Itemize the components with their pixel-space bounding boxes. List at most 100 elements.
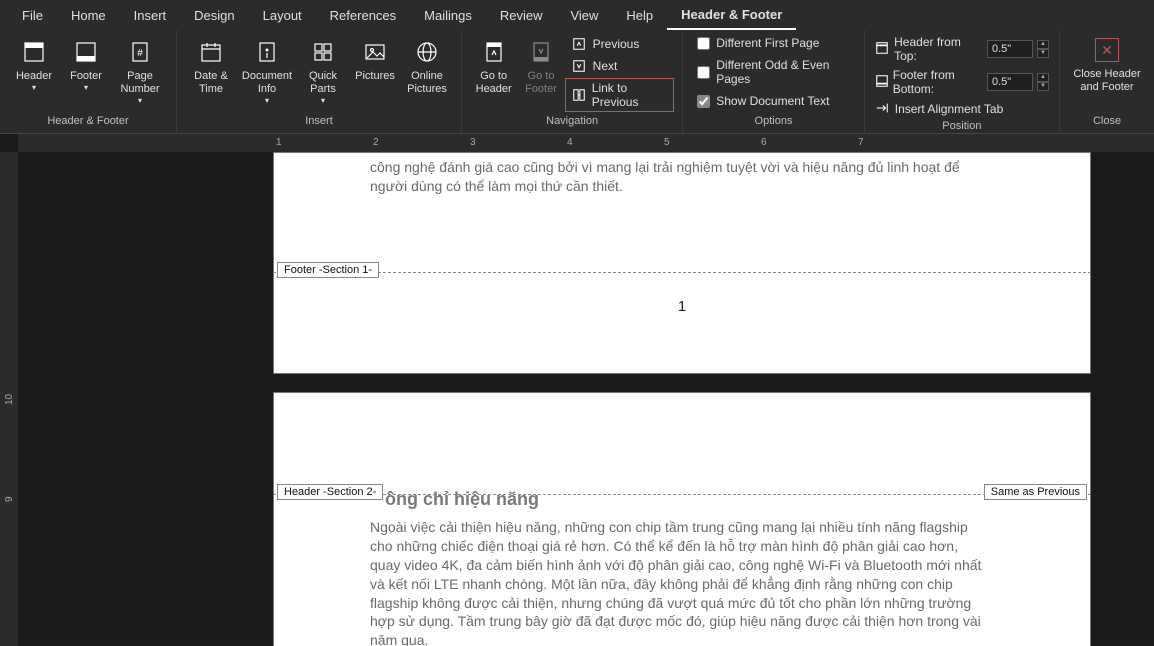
tab-home[interactable]: Home bbox=[57, 2, 120, 29]
diffodd-label: Different Odd & Even Pages bbox=[716, 58, 850, 86]
tab-review[interactable]: Review bbox=[486, 2, 557, 29]
chevron-down-icon: ▾ bbox=[32, 83, 36, 92]
tab-layout[interactable]: Layout bbox=[249, 2, 316, 29]
document-canvas: 1 2 3 4 5 6 7 9 10 công nghệ đánh giá ca… bbox=[0, 134, 1154, 646]
header-icon bbox=[20, 38, 48, 66]
tab-header-footer[interactable]: Header & Footer bbox=[667, 1, 796, 30]
page-number-icon: # bbox=[126, 38, 154, 66]
previous-label: Previous bbox=[593, 37, 640, 51]
group-options: Different First Page Different Odd & Eve… bbox=[683, 30, 865, 133]
spinner-down-icon[interactable]: ▼ bbox=[1037, 49, 1049, 58]
goto-footer-button[interactable]: Go to Footer bbox=[517, 34, 564, 100]
different-first-page-checkbox[interactable]: Different First Page bbox=[691, 34, 856, 52]
ruler-mark: 10 bbox=[4, 394, 15, 405]
close-header-footer-button[interactable]: ✕ Close Header and Footer bbox=[1068, 34, 1146, 98]
ribbon-tab-strip: File Home Insert Design Layout Reference… bbox=[0, 0, 1154, 30]
frombottom-label: Footer from Bottom: bbox=[893, 68, 983, 96]
link-to-previous-button[interactable]: Link to Previous bbox=[565, 78, 675, 112]
ruler-mark: 5 bbox=[664, 137, 670, 148]
tab-references[interactable]: References bbox=[316, 2, 410, 29]
gotoheader-label: Go to Header bbox=[476, 70, 512, 96]
next-button[interactable]: Next bbox=[565, 56, 675, 76]
document-info-icon bbox=[253, 38, 281, 66]
onlinepics-label: Online Pictures bbox=[407, 70, 447, 96]
spinner[interactable]: ▲▼ bbox=[1037, 73, 1049, 91]
link-to-previous-icon bbox=[572, 87, 586, 103]
ruler-mark: 6 bbox=[761, 137, 767, 148]
ruler-mark: 9 bbox=[4, 496, 15, 502]
spinner-down-icon[interactable]: ▼ bbox=[1037, 82, 1049, 91]
page-2-body-text: Ngoài việc cải thiện hiệu năng, những co… bbox=[370, 518, 990, 646]
goto-header-button[interactable]: Go to Header bbox=[470, 34, 517, 100]
page-number-button[interactable]: # Page Number ▾ bbox=[112, 34, 168, 109]
chevron-down-icon: ▾ bbox=[265, 96, 269, 105]
spinner-up-icon[interactable]: ▲ bbox=[1037, 40, 1049, 49]
footer-separator bbox=[273, 272, 1091, 273]
tab-insert[interactable]: Insert bbox=[120, 2, 181, 29]
page-number-label: Page Number bbox=[120, 70, 159, 96]
alignment-tab-icon bbox=[875, 101, 891, 117]
page-2-heading: ông chỉ hiệu năng bbox=[385, 487, 539, 511]
tab-view[interactable]: View bbox=[556, 2, 612, 29]
group-label-close: Close bbox=[1068, 113, 1146, 131]
pictures-label: Pictures bbox=[355, 70, 395, 83]
footer-section-tag: Footer -Section 1- bbox=[277, 262, 379, 278]
close-icon: ✕ bbox=[1095, 38, 1119, 62]
group-label-insert: Insert bbox=[185, 113, 453, 131]
group-close: ✕ Close Header and Footer Close bbox=[1060, 30, 1154, 133]
header-button[interactable]: Header ▾ bbox=[8, 34, 60, 96]
spinner-up-icon[interactable]: ▲ bbox=[1037, 73, 1049, 82]
ruler-mark: 7 bbox=[858, 137, 864, 148]
page-area[interactable]: công nghệ đánh giá cao cũng bởi vì mang … bbox=[18, 152, 1154, 646]
datetime-label: Date & Time bbox=[194, 70, 228, 96]
different-odd-even-checkbox[interactable]: Different Odd & Even Pages bbox=[691, 56, 856, 88]
tab-mailings[interactable]: Mailings bbox=[410, 2, 486, 29]
checkbox-icon[interactable] bbox=[697, 37, 710, 50]
header-from-top-input[interactable] bbox=[987, 40, 1033, 58]
horizontal-ruler[interactable]: 1 2 3 4 5 6 7 bbox=[18, 134, 1154, 152]
group-header-footer: Header ▾ Footer ▾ # Page Number ▾ Header… bbox=[0, 30, 177, 133]
tab-file[interactable]: File bbox=[8, 2, 57, 29]
svg-text:#: # bbox=[137, 48, 143, 59]
checkbox-icon[interactable] bbox=[697, 95, 710, 108]
datetime-button[interactable]: Date & Time bbox=[185, 34, 237, 100]
footer-icon bbox=[72, 38, 100, 66]
header-label: Header bbox=[16, 70, 52, 83]
document-info-button[interactable]: Document Info ▾ bbox=[237, 34, 297, 109]
previous-button[interactable]: Previous bbox=[565, 34, 675, 54]
quick-parts-button[interactable]: Quick Parts ▾ bbox=[297, 34, 349, 109]
next-icon bbox=[571, 58, 587, 74]
close-label: Close Header and Footer bbox=[1073, 68, 1140, 94]
online-pictures-button[interactable]: Online Pictures bbox=[401, 34, 453, 100]
linkprev-label: Link to Previous bbox=[592, 81, 667, 109]
group-insert: Date & Time Document Info ▾ Quick Parts … bbox=[177, 30, 462, 133]
page-2: Header -Section 2- Same as Previous ông … bbox=[273, 392, 1091, 646]
page-1: công nghệ đánh giá cao cũng bởi vì mang … bbox=[273, 152, 1091, 374]
pictures-button[interactable]: Pictures bbox=[349, 34, 401, 87]
spinner[interactable]: ▲▼ bbox=[1037, 40, 1049, 58]
show-document-text-checkbox[interactable]: Show Document Text bbox=[691, 92, 856, 110]
aligntab-label: Insert Alignment Tab bbox=[895, 102, 1004, 116]
ruler-mark: 4 bbox=[567, 137, 573, 148]
page-1-body-text: công nghệ đánh giá cao cũng bởi vì mang … bbox=[370, 158, 990, 196]
group-label-nav: Navigation bbox=[470, 113, 674, 131]
tab-help[interactable]: Help bbox=[612, 2, 667, 29]
previous-icon bbox=[571, 36, 587, 52]
footer-button[interactable]: Footer ▾ bbox=[60, 34, 112, 96]
ruler-mark: 1 bbox=[276, 137, 282, 148]
tab-design[interactable]: Design bbox=[180, 2, 248, 29]
chevron-down-icon: ▾ bbox=[321, 96, 325, 105]
insert-alignment-tab-button[interactable]: Insert Alignment Tab bbox=[873, 100, 1051, 118]
group-label-options: Options bbox=[691, 113, 856, 131]
vertical-ruler[interactable]: 9 10 bbox=[0, 152, 18, 646]
quickparts-label: Quick Parts bbox=[309, 70, 337, 96]
gotofooter-label: Go to Footer bbox=[525, 70, 557, 96]
footer-from-bottom-input[interactable] bbox=[987, 73, 1033, 91]
difffirst-label: Different First Page bbox=[716, 36, 819, 50]
showdoc-label: Show Document Text bbox=[716, 94, 829, 108]
group-label-hf: Header & Footer bbox=[8, 113, 168, 131]
fromtop-label: Header from Top: bbox=[894, 35, 983, 63]
docinfo-label: Document Info bbox=[242, 70, 292, 96]
checkbox-icon[interactable] bbox=[697, 66, 710, 79]
ribbon: Header ▾ Footer ▾ # Page Number ▾ Header… bbox=[0, 30, 1154, 134]
